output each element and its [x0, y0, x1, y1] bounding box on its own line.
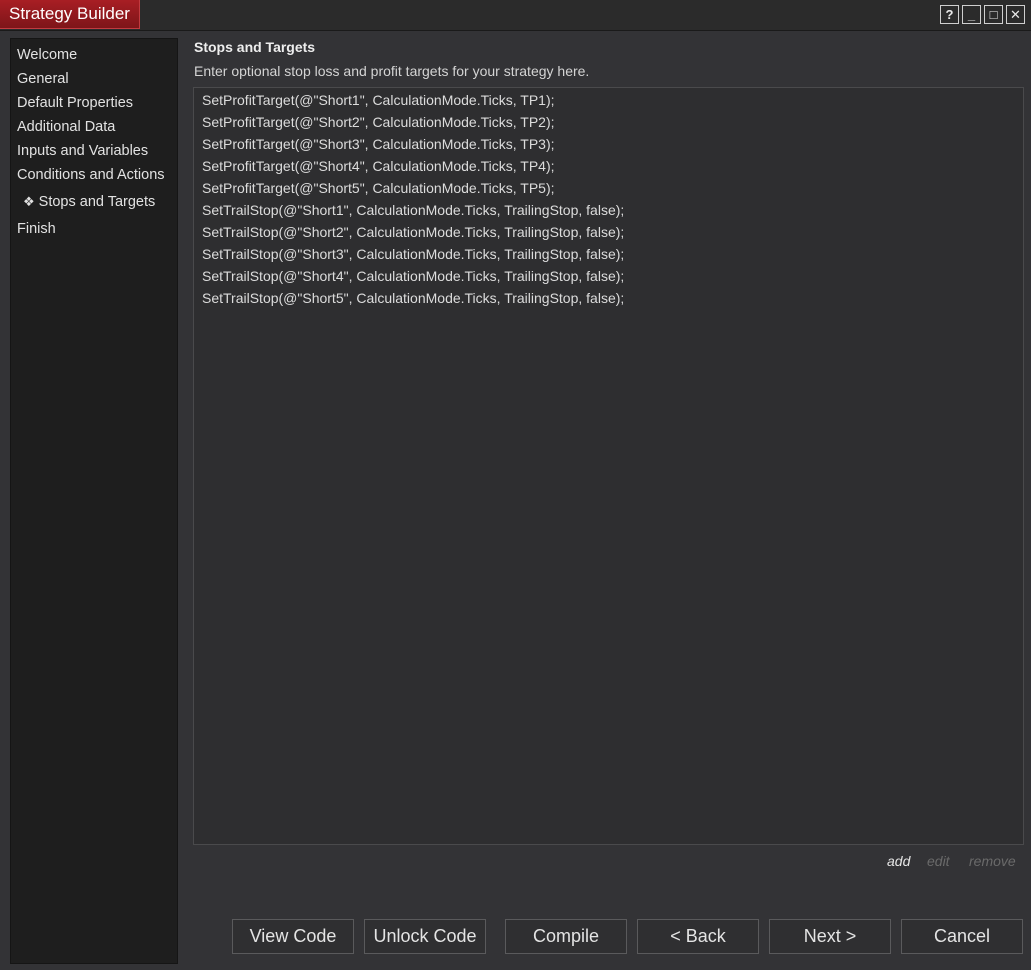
wizard-nav-sidebar: Welcome General Default Properties Addit…	[10, 38, 178, 964]
next-button[interactable]: Next >	[769, 919, 891, 954]
unlock-code-button[interactable]: Unlock Code	[364, 919, 486, 954]
nav-item-finish[interactable]: Finish	[17, 221, 56, 237]
remove-link[interactable]: remove	[969, 853, 1016, 869]
maximize-icon[interactable]: □	[984, 5, 1003, 24]
compile-button[interactable]: Compile	[505, 919, 627, 954]
list-item[interactable]: SetProfitTarget(@"Short2", CalculationMo…	[202, 114, 555, 130]
list-item[interactable]: SetTrailStop(@"Short2", CalculationMode.…	[202, 224, 624, 240]
window-title: Strategy Builder	[0, 0, 140, 29]
nav-item-additional-data[interactable]: Additional Data	[17, 119, 115, 135]
list-item[interactable]: SetProfitTarget(@"Short5", CalculationMo…	[202, 180, 555, 196]
active-bullet-icon: ❖	[23, 194, 35, 209]
list-item[interactable]: SetTrailStop(@"Short5", CalculationMode.…	[202, 290, 624, 306]
page-description: Enter optional stop loss and profit targ…	[194, 63, 590, 79]
nav-item-stops-and-targets[interactable]: ❖ Stops and Targets	[17, 194, 155, 210]
nav-item-welcome[interactable]: Welcome	[17, 47, 77, 63]
nav-item-general[interactable]: General	[17, 71, 69, 87]
strategy-builder-window: Strategy Builder ? _ □ ✕ Welcome General…	[0, 0, 1031, 970]
back-button[interactable]: < Back	[637, 919, 759, 954]
list-item[interactable]: SetTrailStop(@"Short1", CalculationMode.…	[202, 202, 624, 218]
help-icon[interactable]: ?	[940, 5, 959, 24]
view-code-button[interactable]: View Code	[232, 919, 354, 954]
list-item[interactable]: SetProfitTarget(@"Short4", CalculationMo…	[202, 158, 555, 174]
nav-item-default-properties[interactable]: Default Properties	[17, 95, 133, 111]
page-title: Stops and Targets	[194, 39, 316, 55]
list-item[interactable]: SetProfitTarget(@"Short3", CalculationMo…	[202, 136, 555, 152]
close-icon[interactable]: ✕	[1006, 5, 1025, 24]
list-item[interactable]: SetProfitTarget(@"Short1", CalculationMo…	[202, 92, 555, 108]
minimize-icon[interactable]: _	[962, 5, 981, 24]
nav-item-inputs-and-variables[interactable]: Inputs and Variables	[17, 143, 148, 159]
nav-item-label: Stops and Targets	[38, 194, 156, 210]
nav-item-conditions-and-actions[interactable]: Conditions and Actions	[17, 167, 165, 183]
title-bar: Strategy Builder ? _ □ ✕	[0, 0, 1031, 31]
list-item[interactable]: SetTrailStop(@"Short4", CalculationMode.…	[202, 268, 624, 284]
edit-link[interactable]: edit	[927, 853, 950, 869]
add-link[interactable]: add	[887, 853, 910, 869]
list-item[interactable]: SetTrailStop(@"Short3", CalculationMode.…	[202, 246, 624, 262]
cancel-button[interactable]: Cancel	[901, 919, 1023, 954]
stops-targets-list[interactable]: SetProfitTarget(@"Short1", CalculationMo…	[193, 87, 1024, 845]
window-controls: ? _ □ ✕	[940, 5, 1025, 24]
